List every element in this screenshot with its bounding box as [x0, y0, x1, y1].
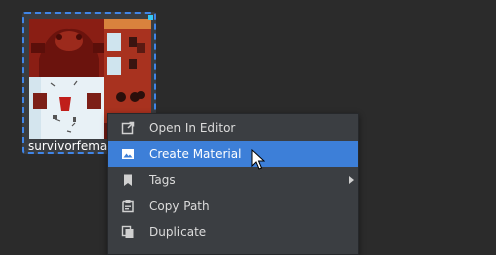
menu-item-create-material[interactable]: Create Material [108, 141, 358, 167]
copy-path-icon [121, 199, 135, 213]
duplicate-icon [121, 225, 135, 239]
menu-label: Create Material [149, 147, 242, 161]
menu-item-open-in-editor[interactable]: Open In Editor [108, 115, 358, 141]
image-icon [121, 147, 135, 161]
menu-item-tags[interactable]: Tags [108, 167, 358, 193]
menu-item-duplicate[interactable]: Duplicate [108, 219, 358, 245]
menu-label: Open In Editor [149, 121, 236, 135]
bookmark-icon [121, 173, 135, 187]
menu-item-copy-path[interactable]: Copy Path [108, 193, 358, 219]
submenu-arrow-icon [349, 176, 354, 184]
tile-corner-indicator [148, 15, 153, 20]
menu-label: Tags [149, 173, 176, 187]
context-menu: Open In Editor Create Material Tags Copy… [107, 113, 359, 255]
external-open-icon [121, 121, 135, 135]
menu-label: Copy Path [149, 199, 210, 213]
menu-label: Duplicate [149, 225, 207, 239]
